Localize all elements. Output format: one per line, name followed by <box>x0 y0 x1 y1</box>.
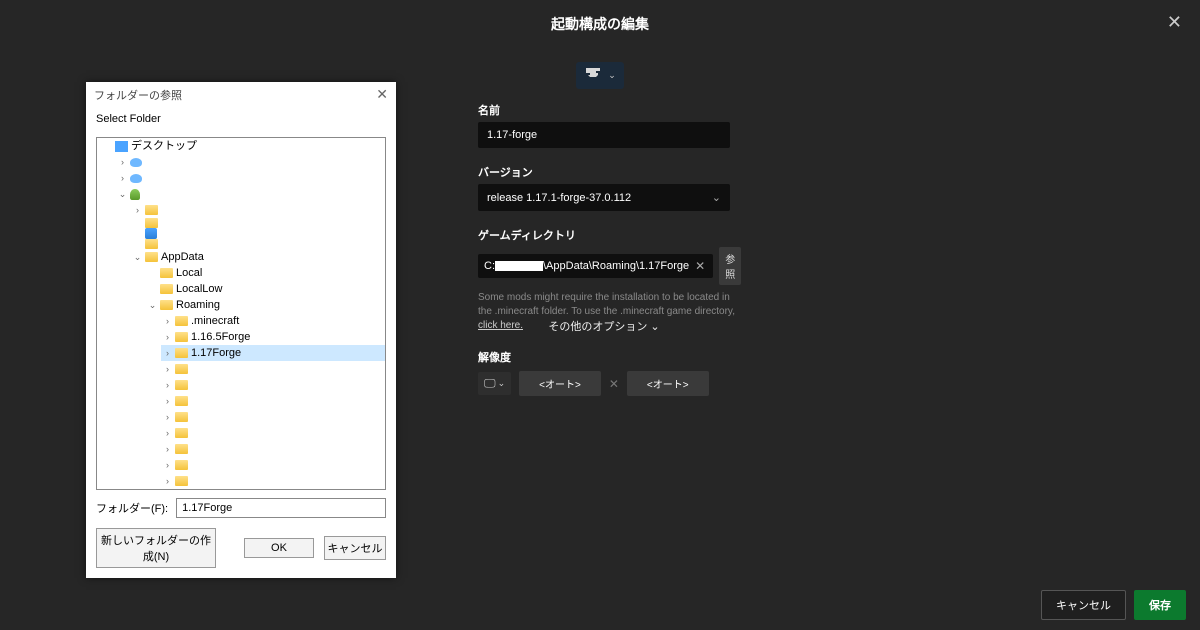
disk-icon <box>145 228 157 239</box>
tree-item[interactable]: › <box>161 377 385 393</box>
version-value: release 1.17.1-forge-37.0.112 <box>487 192 631 204</box>
tree-item[interactable]: › <box>161 393 385 409</box>
tree-appdata[interactable]: ⌄AppData <box>131 249 385 265</box>
resolution-width[interactable]: <オート> <box>519 371 601 396</box>
folder-icon <box>145 239 158 249</box>
tree-1165forge[interactable]: ›1.16.5Forge <box>161 329 385 345</box>
page-title: 起動構成の編集 <box>0 14 1200 34</box>
tree-roaming[interactable]: ⌄Roaming <box>146 297 385 313</box>
tree-item[interactable]: › <box>161 409 385 425</box>
cloud-icon <box>130 174 142 183</box>
tree-item[interactable]: › <box>161 361 385 377</box>
gamedir-suffix: \AppData\Roaming\1.17Forge <box>543 260 689 272</box>
tree-item[interactable]: › <box>161 425 385 441</box>
gamedir-input[interactable]: C: \AppData\Roaming\1.17Forge ✕ <box>478 254 713 278</box>
folder-icon <box>175 396 188 406</box>
tree-item[interactable]: › <box>116 170 385 186</box>
chevron-down-icon: ⌄ <box>650 321 659 333</box>
monitor-icon: 🖵 <box>484 376 496 391</box>
tree-item[interactable]: › <box>161 457 385 473</box>
folder-icon <box>145 252 158 262</box>
name-input[interactable] <box>487 129 721 141</box>
anvil-icon <box>584 66 602 85</box>
tree-item[interactable] <box>131 239 385 249</box>
folder-icon <box>175 364 188 374</box>
close-icon[interactable]: ✕ <box>1167 12 1182 33</box>
folder-name-label: フォルダー(F): <box>96 500 168 516</box>
tree-desktop[interactable]: デスクトップ <box>101 138 385 154</box>
name-input-wrap[interactable] <box>478 122 730 148</box>
resolution-label: 解像度 <box>478 349 730 365</box>
cancel-button[interactable]: キャンセル <box>1041 590 1126 620</box>
resolution-height[interactable]: <オート> <box>627 371 709 396</box>
ok-button[interactable]: OK <box>244 538 314 558</box>
folder-icon <box>175 348 188 358</box>
cancel-button[interactable]: キャンセル <box>324 536 386 560</box>
folder-icon <box>175 380 188 390</box>
version-select[interactable]: release 1.17.1-forge-37.0.112 ⌄ <box>478 184 730 211</box>
tree-minecraft[interactable]: ›.minecraft <box>161 313 385 329</box>
gamedir-label: ゲームディレクトリ <box>478 227 730 243</box>
folder-icon <box>160 300 173 310</box>
tree-item[interactable] <box>131 228 385 239</box>
clear-icon[interactable]: ✕ <box>693 259 707 273</box>
save-button[interactable]: 保存 <box>1134 590 1186 620</box>
name-label: 名前 <box>478 102 730 118</box>
version-label: バージョン <box>478 164 730 180</box>
browse-button[interactable]: 参照 <box>719 247 741 285</box>
folder-icon <box>145 218 158 228</box>
dialog-title: フォルダーの参照 <box>94 87 182 103</box>
tree-item[interactable] <box>131 218 385 228</box>
tree-item[interactable]: › <box>161 489 385 490</box>
folder-icon <box>160 268 173 278</box>
folder-icon <box>175 332 188 342</box>
chevron-down-icon: ⌄ <box>498 378 506 389</box>
new-folder-button[interactable]: 新しいフォルダーの作成(N) <box>96 528 216 568</box>
tree-locallow[interactable]: LocalLow <box>146 281 385 297</box>
tree-117forge[interactable]: ›1.17Forge <box>161 345 385 361</box>
folder-tree[interactable]: デスクトップ › › ⌄ › ⌄AppData Local <box>96 137 386 490</box>
tree-item[interactable]: › <box>131 202 385 218</box>
user-icon <box>130 189 140 200</box>
tree-item[interactable]: › <box>116 154 385 170</box>
folder-name-input[interactable] <box>176 498 386 518</box>
cloud-icon <box>130 158 142 167</box>
desktop-icon <box>115 141 128 152</box>
folder-icon <box>175 476 188 486</box>
tree-item[interactable]: › <box>161 441 385 457</box>
folder-icon <box>175 428 188 438</box>
tree-user[interactable]: ⌄ <box>116 186 385 202</box>
gamedir-masked <box>495 261 543 271</box>
folder-icon <box>175 444 188 454</box>
folder-icon <box>175 412 188 422</box>
chevron-down-icon: ⌄ <box>712 191 721 204</box>
folder-icon <box>145 205 158 215</box>
resolution-x: ✕ <box>609 377 619 391</box>
close-icon[interactable]: ✕ <box>376 86 388 103</box>
folder-icon <box>175 316 188 326</box>
tree-local[interactable]: Local <box>146 265 385 281</box>
folder-icon <box>175 460 188 470</box>
folder-browse-dialog: フォルダーの参照 ✕ Select Folder デスクトップ › › ⌄ › … <box>86 82 396 578</box>
gamedir-prefix: C: <box>484 260 495 272</box>
profile-icon-selector[interactable]: ⌄ <box>576 62 624 89</box>
more-options-toggle[interactable]: その他のオプション ⌄ <box>478 318 730 334</box>
chevron-down-icon: ⌄ <box>608 70 616 81</box>
dialog-instruction: Select Folder <box>86 107 396 137</box>
folder-icon <box>160 284 173 294</box>
resolution-preset[interactable]: 🖵 ⌄ <box>478 372 511 395</box>
tree-item[interactable]: › <box>161 473 385 489</box>
